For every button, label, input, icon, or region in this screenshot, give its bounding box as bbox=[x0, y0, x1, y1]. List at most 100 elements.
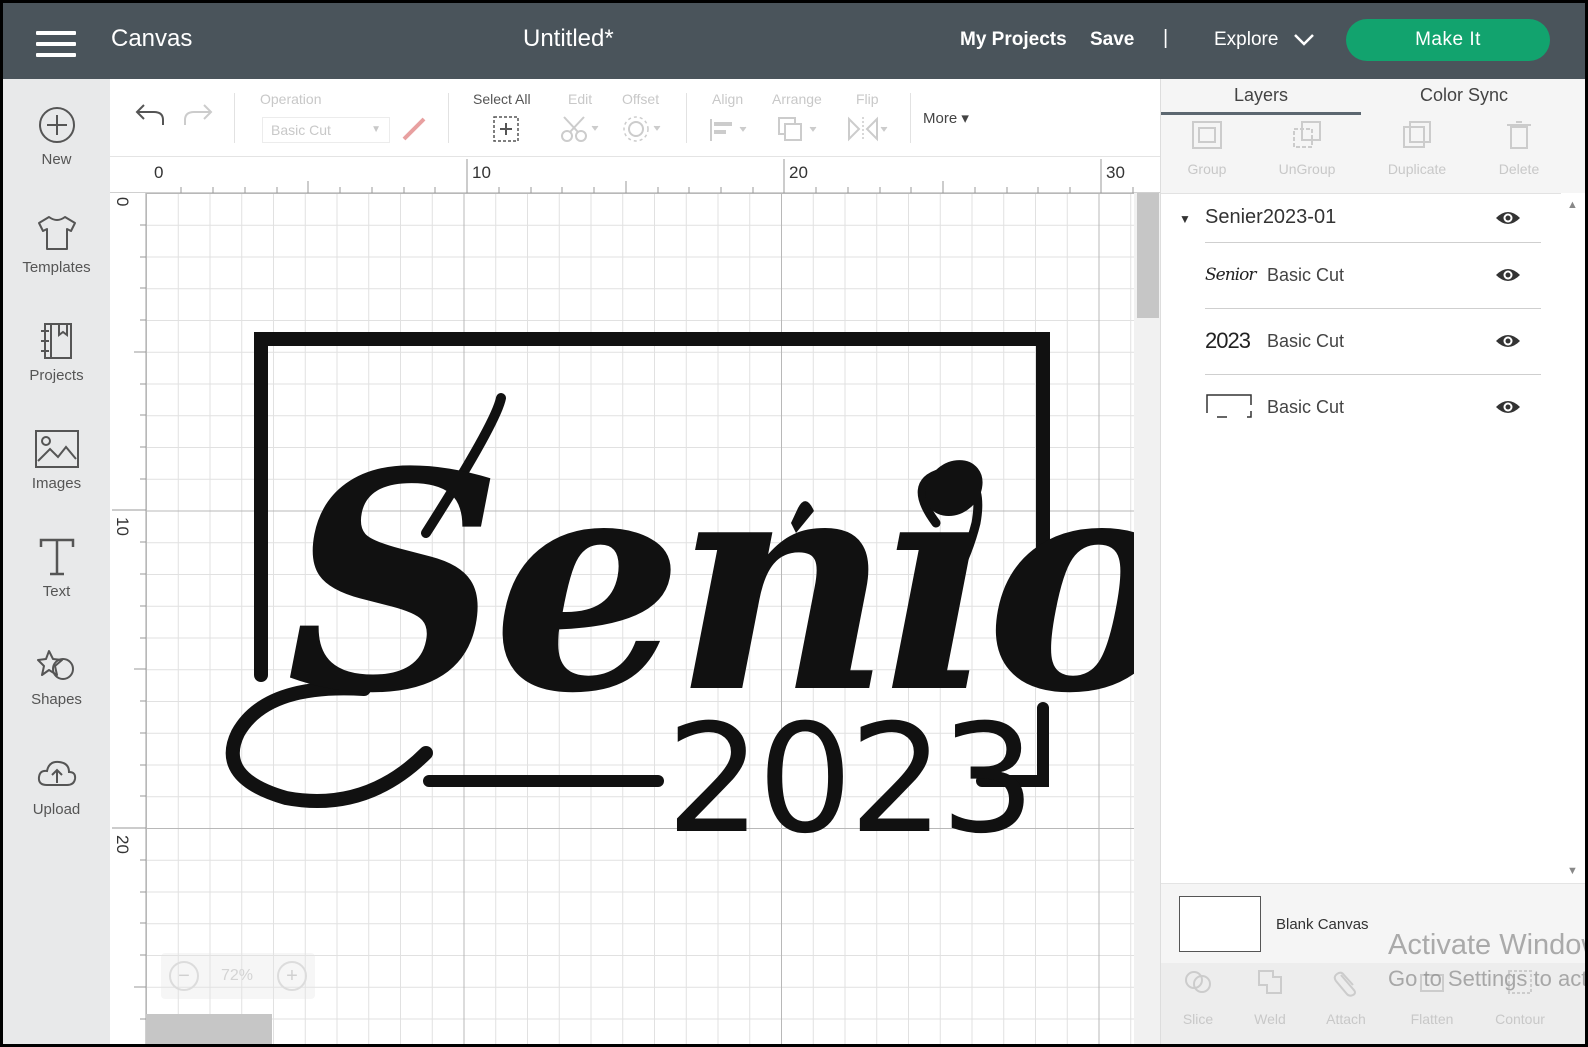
eye-icon[interactable] bbox=[1495, 331, 1521, 351]
blank-canvas-row[interactable]: Blank Canvas bbox=[1161, 883, 1585, 963]
caret-down-icon[interactable]: ▼ bbox=[1179, 212, 1191, 226]
sidebar-item-new[interactable]: New bbox=[3, 105, 110, 168]
trash-icon bbox=[1507, 121, 1531, 149]
slice-label: Slice bbox=[1182, 1011, 1214, 1027]
layers-scrollbar[interactable]: ▲ ▼ bbox=[1561, 193, 1585, 883]
document-title[interactable]: Untitled* bbox=[523, 25, 614, 53]
eye-icon[interactable] bbox=[1495, 397, 1521, 417]
weld-icon bbox=[1258, 970, 1282, 994]
zoom-out-button[interactable]: − bbox=[169, 961, 199, 991]
scrollbar-thumb[interactable] bbox=[1137, 193, 1159, 318]
sidebar-item-label: Upload bbox=[32, 801, 81, 818]
app-name: Canvas bbox=[111, 25, 193, 52]
canvas-swatch[interactable] bbox=[1179, 896, 1261, 952]
make-it-button[interactable]: Make It bbox=[1346, 19, 1550, 61]
align-icon[interactable] bbox=[708, 117, 752, 143]
design-canvas[interactable]: Senior 2023 bbox=[146, 193, 1134, 1044]
explore-menu[interactable]: Explore bbox=[1214, 29, 1278, 51]
sidebar-item-label: Text bbox=[42, 583, 71, 600]
layer-name: Basic Cut bbox=[1267, 265, 1345, 285]
weld-button[interactable]: Weld bbox=[1235, 967, 1305, 1027]
my-projects-link[interactable]: My Projects bbox=[960, 29, 1067, 51]
arrange-icon[interactable] bbox=[776, 115, 822, 143]
more-menu[interactable]: More ▾ bbox=[923, 109, 969, 127]
offset-icon[interactable] bbox=[622, 115, 664, 143]
delete-button[interactable]: Delete bbox=[1469, 119, 1569, 177]
design-year: 2023 bbox=[666, 693, 1032, 867]
eye-icon[interactable] bbox=[1495, 208, 1521, 228]
more-label: More bbox=[923, 110, 958, 127]
save-button[interactable]: Save bbox=[1090, 29, 1134, 51]
sidebar-item-images[interactable]: Images bbox=[3, 429, 110, 492]
flip-icon[interactable] bbox=[846, 115, 892, 143]
tab-layers[interactable]: Layers bbox=[1161, 79, 1361, 115]
zoom-in-button[interactable]: + bbox=[277, 961, 307, 991]
weld-label: Weld bbox=[1254, 1011, 1286, 1027]
operation-label: Operation bbox=[260, 91, 322, 107]
select-all-icon[interactable] bbox=[492, 115, 520, 143]
ruler-label: 10 bbox=[472, 163, 491, 182]
chevron-down-icon[interactable] bbox=[1293, 31, 1315, 47]
scroll-down-icon[interactable]: ▼ bbox=[1567, 865, 1578, 877]
canvas-horizontal-scrollbar[interactable] bbox=[146, 1014, 272, 1044]
layer-name: Basic Cut bbox=[1267, 397, 1345, 417]
group-button[interactable]: Group bbox=[1157, 119, 1257, 177]
senior-2023-design[interactable]: Senior 2023 bbox=[146, 193, 1134, 1044]
cloud-upload-icon bbox=[37, 760, 76, 786]
duplicate-icon bbox=[1403, 121, 1431, 148]
redo-icon[interactable] bbox=[182, 101, 214, 129]
edit-label: Edit bbox=[568, 91, 593, 107]
bottom-tools: Slice Weld Attach Flatten Contour bbox=[1161, 963, 1585, 1044]
attach-button[interactable]: Attach bbox=[1311, 967, 1381, 1027]
operation-select[interactable]: Basic Cut ▼ bbox=[262, 117, 390, 143]
eye-icon[interactable] bbox=[1495, 265, 1521, 285]
ruler-top: 0 10 20 30 bbox=[110, 157, 1160, 193]
sidebar-item-shapes[interactable]: Shapes bbox=[3, 645, 110, 708]
slice-icon bbox=[1185, 971, 1211, 993]
hamburger-menu-icon[interactable] bbox=[36, 31, 76, 59]
edit-toolbar: Operation Basic Cut ▼ Select All Edit Off… bbox=[110, 79, 1160, 157]
tab-color-sync[interactable]: Color Sync bbox=[1364, 79, 1564, 115]
contour-label: Contour bbox=[1495, 1011, 1545, 1027]
layer-row[interactable]: Basic Cut bbox=[1205, 374, 1541, 440]
sidebar-item-label: Projects bbox=[29, 367, 84, 384]
sidebar-item-upload[interactable]: Upload bbox=[3, 755, 110, 818]
pen-color-icon[interactable] bbox=[400, 115, 428, 143]
zoom-control: − 72% + bbox=[161, 953, 315, 999]
layer-row[interactable]: Senior Basic Cut bbox=[1205, 242, 1541, 308]
ungroup-button[interactable]: UnGroup bbox=[1257, 119, 1357, 177]
nav-separator: | bbox=[1163, 27, 1169, 49]
undo-icon[interactable] bbox=[134, 101, 166, 129]
ruler-label: 10 bbox=[113, 517, 132, 536]
contour-button[interactable]: Contour bbox=[1485, 967, 1555, 1027]
operation-value: Basic Cut bbox=[271, 122, 331, 138]
sidebar-item-projects[interactable]: Projects bbox=[3, 321, 110, 384]
image-icon bbox=[34, 430, 79, 468]
ruler-label: 0 bbox=[113, 197, 132, 207]
canvas-vertical-scrollbar[interactable] bbox=[1134, 193, 1160, 1044]
arrange-label: Arrange bbox=[772, 91, 822, 107]
duplicate-button[interactable]: Duplicate bbox=[1367, 119, 1467, 177]
group-label: Group bbox=[1187, 161, 1227, 177]
sidebar-item-templates[interactable]: Templates bbox=[3, 213, 110, 276]
ruler-top-ticks bbox=[180, 159, 1134, 193]
scissors-icon[interactable] bbox=[560, 115, 602, 143]
notebook-icon bbox=[40, 323, 72, 359]
app-window: Canvas Untitled* My Projects Save | Expl… bbox=[3, 3, 1585, 1044]
text-t-icon bbox=[39, 538, 74, 576]
group-icon bbox=[1192, 121, 1222, 149]
layer-group-row[interactable]: ▼ Senier2023-01 bbox=[1161, 194, 1541, 242]
sidebar-item-text[interactable]: Text bbox=[3, 537, 110, 600]
ruler-label: 0 bbox=[154, 163, 164, 182]
sidebar-item-label: New bbox=[41, 151, 72, 168]
scroll-up-icon[interactable]: ▲ bbox=[1567, 199, 1578, 211]
ruler-left: 0 10 20 bbox=[110, 193, 146, 1044]
blank-canvas-label: Blank Canvas bbox=[1276, 916, 1369, 933]
layer-thumbnail: Senior bbox=[1205, 257, 1256, 293]
sidebar-item-label: Shapes bbox=[31, 691, 82, 708]
flatten-button[interactable]: Flatten bbox=[1397, 967, 1467, 1027]
zoom-level: 72% bbox=[221, 967, 254, 984]
slice-button[interactable]: Slice bbox=[1163, 967, 1233, 1027]
paperclip-icon bbox=[1333, 971, 1356, 997]
layer-row[interactable]: 2023 Basic Cut bbox=[1205, 308, 1541, 374]
